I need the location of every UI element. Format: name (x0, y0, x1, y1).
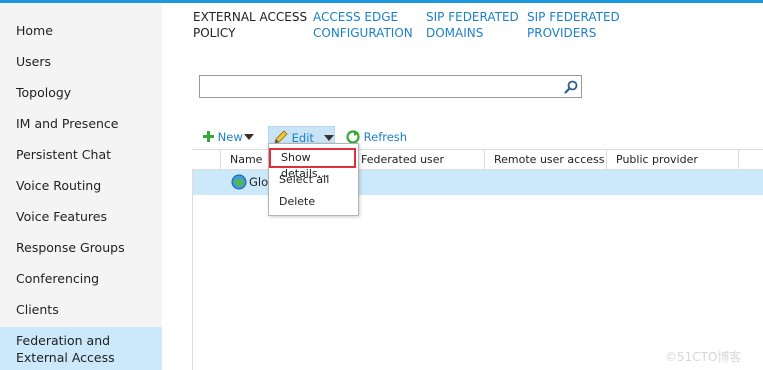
sidebar-item-topology[interactable]: Topology (0, 85, 162, 100)
sidebar: Home Users Topology IM and Presence Pers… (0, 3, 162, 370)
grid-header-spacer (192, 150, 220, 170)
tab-label-line1: SIP FEDERATED (426, 10, 519, 24)
sidebar-item-voice-routing[interactable]: Voice Routing (0, 178, 162, 193)
menu-item-select-all[interactable]: Select all (269, 171, 356, 189)
tab-label-line2: DOMAINS (426, 26, 484, 40)
tab-label-line2: PROVIDERS (527, 26, 597, 40)
plus-icon (203, 131, 214, 142)
policy-globe-icon (231, 174, 247, 190)
sidebar-item-label-line2: External Access (16, 350, 115, 365)
menu-item-show-details[interactable]: Show details... (269, 148, 356, 180)
main-panel: EXTERNAL ACCESS POLICY ACCESS EDGE CONFI… (162, 3, 763, 370)
new-button[interactable]: New (203, 126, 243, 148)
toolbar: New Edit Refresh (162, 126, 763, 148)
column-header-federated-user-access[interactable]: Federated user access (351, 150, 484, 186)
new-button-label: New (217, 130, 243, 144)
new-dropdown-arrow[interactable] (244, 126, 254, 148)
tab-label-line1: SIP FEDERATED (527, 10, 620, 24)
refresh-icon (346, 130, 360, 144)
tab-sip-federated-providers[interactable]: SIP FEDERATED PROVIDERS (527, 9, 620, 41)
sidebar-item-im-presence[interactable]: IM and Presence (0, 116, 162, 131)
sidebar-item-label-line1: Federation and (16, 333, 111, 348)
column-header-public-provider-access[interactable]: Public provider access (606, 150, 738, 186)
tab-external-access-policy[interactable]: EXTERNAL ACCESS POLICY (193, 9, 307, 41)
sidebar-item-conferencing[interactable]: Conferencing (0, 271, 162, 286)
column-header-remote-user-access[interactable]: Remote user access (484, 150, 606, 170)
search-box (199, 75, 582, 98)
sidebar-item-home[interactable]: Home (0, 23, 162, 38)
search-button[interactable] (563, 79, 579, 95)
search-input[interactable] (202, 78, 557, 95)
tab-label-line2: CONFIGURATION (313, 26, 413, 40)
watermark: ©51CTO博客 (665, 350, 742, 364)
tab-access-edge-configuration[interactable]: ACCESS EDGE CONFIGURATION (313, 9, 413, 41)
chevron-down-icon (323, 135, 334, 141)
sidebar-item-clients[interactable]: Clients (0, 302, 162, 317)
menu-item-delete[interactable]: Delete (269, 193, 356, 211)
grid-header-filler (738, 150, 763, 170)
refresh-button-label: Refresh (363, 130, 408, 144)
edit-dropdown-menu: Show details... Select all Delete (268, 143, 359, 216)
chevron-down-icon (244, 134, 254, 140)
search-icon (564, 80, 578, 94)
sidebar-item-voice-features[interactable]: Voice Features (0, 209, 162, 224)
sidebar-item-users[interactable]: Users (0, 54, 162, 69)
tab-sip-federated-domains[interactable]: SIP FEDERATED DOMAINS (426, 9, 519, 41)
sidebar-item-response-groups[interactable]: Response Groups (0, 240, 162, 255)
tab-label-line2: POLICY (193, 26, 236, 40)
tab-label-line1: ACCESS EDGE (313, 10, 399, 24)
tab-label-line1: EXTERNAL ACCESS (193, 10, 308, 24)
sidebar-item-persistent-chat[interactable]: Persistent Chat (0, 147, 162, 162)
sidebar-item-federation-external-access[interactable]: Federation and External Access (0, 327, 162, 370)
